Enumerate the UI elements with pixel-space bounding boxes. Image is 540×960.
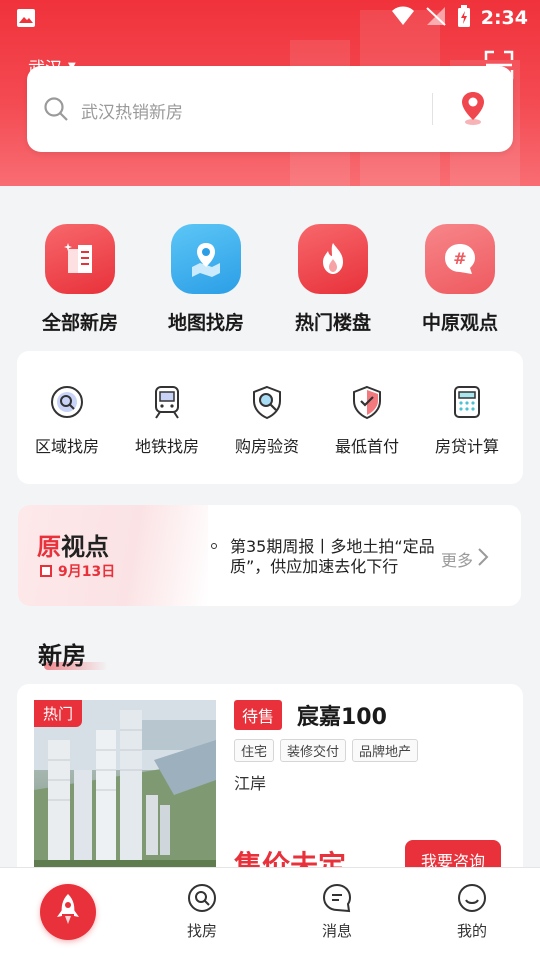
tool-mortgage-calculator[interactable]: 房贷计算 bbox=[417, 383, 517, 457]
location-pin-icon[interactable] bbox=[459, 90, 487, 130]
hot-badge: 热门 bbox=[34, 700, 83, 727]
news-more-link[interactable]: 更多 bbox=[441, 547, 489, 571]
news-logo: 原视点 bbox=[37, 533, 109, 561]
shield-search-icon bbox=[217, 383, 317, 421]
tool-label: 区域找房 bbox=[34, 437, 99, 456]
hashtag-icon: # bbox=[425, 224, 495, 294]
property-card[interactable]: 热门 待售 宸嘉100 住宅 装修交付 品牌地产 江岸 售价未定 我要咨询 bbox=[17, 684, 523, 884]
nav-label: 我的 bbox=[456, 922, 487, 940]
area-search-icon bbox=[17, 383, 117, 421]
nav-profile[interactable]: 我的 bbox=[442, 882, 502, 941]
no-signal-icon bbox=[425, 6, 447, 30]
property-location: 江岸 bbox=[234, 774, 267, 793]
search-icon bbox=[43, 96, 69, 126]
nav-messages[interactable]: 消息 bbox=[307, 882, 367, 941]
category-label: 中原观点 bbox=[421, 312, 498, 334]
tools-card: 区域找房 地铁找房 购房验资 最低首付 房贷计算 bbox=[17, 351, 523, 484]
tool-label: 购房验资 bbox=[234, 437, 299, 456]
bullet-icon bbox=[211, 543, 217, 549]
nav-find-house[interactable]: 找房 bbox=[172, 882, 232, 941]
more-label: 更多 bbox=[441, 551, 474, 570]
category-label: 地图找房 bbox=[167, 312, 244, 334]
category-label: 热门楼盘 bbox=[294, 312, 371, 334]
wifi-icon bbox=[391, 6, 415, 30]
subway-icon bbox=[117, 383, 217, 421]
property-tag: 装修交付 bbox=[280, 739, 347, 762]
nav-home-button[interactable] bbox=[40, 884, 96, 940]
date-box-icon bbox=[40, 565, 52, 577]
category-hot-properties[interactable]: 热门楼盘 bbox=[273, 220, 393, 335]
category-label: 全部新房 bbox=[41, 312, 118, 334]
flame-icon bbox=[298, 224, 368, 294]
tool-label: 最低首付 bbox=[334, 437, 399, 456]
category-centaline-views[interactable]: # 中原观点 bbox=[400, 220, 520, 335]
image-icon bbox=[16, 8, 36, 32]
map-pin-icon bbox=[171, 224, 241, 294]
property-tag: 品牌地产 bbox=[352, 739, 419, 762]
calculator-icon bbox=[417, 383, 517, 421]
status-bar: 2:34 bbox=[0, 0, 540, 36]
profile-icon bbox=[442, 882, 502, 914]
search-placeholder: 武汉热销新房 bbox=[81, 103, 183, 123]
news-banner[interactable]: 原视点 9月13日 第35期周报丨多地土拍“定品质”，供应加速去化下行 更多 bbox=[18, 505, 521, 606]
main-categories: 全部新房 地图找房 热门楼盘 # 中原观点 bbox=[0, 220, 540, 340]
sale-status-tag: 待售 bbox=[234, 700, 283, 730]
news-date: 9月13日 bbox=[40, 561, 115, 581]
chevron-right-icon bbox=[477, 547, 489, 571]
tool-area-search[interactable]: 区域找房 bbox=[17, 383, 117, 457]
section-title: 新房 bbox=[38, 642, 86, 670]
tool-purchase-verification[interactable]: 购房验资 bbox=[217, 383, 317, 457]
divider bbox=[432, 93, 433, 125]
category-all-new-homes[interactable]: 全部新房 bbox=[20, 220, 140, 335]
tool-subway-search[interactable]: 地铁找房 bbox=[117, 383, 217, 457]
search-house-icon bbox=[172, 882, 232, 914]
shield-check-icon bbox=[317, 383, 417, 421]
search-bar[interactable]: 武汉热销新房 bbox=[27, 66, 513, 152]
building-icon bbox=[45, 224, 115, 294]
tool-label: 房贷计算 bbox=[434, 437, 499, 456]
svg-text:#: # bbox=[453, 249, 466, 268]
battery-icon bbox=[457, 5, 471, 31]
rocket-icon bbox=[52, 892, 84, 932]
tool-label: 地铁找房 bbox=[134, 437, 199, 456]
property-name[interactable]: 宸嘉100 bbox=[297, 699, 387, 731]
property-image: 热门 bbox=[34, 700, 216, 884]
news-headline[interactable]: 第35期周报丨多地土拍“定品质”，供应加速去化下行 bbox=[230, 537, 440, 577]
bottom-navigation: 找房 消息 我的 bbox=[0, 867, 540, 960]
message-icon bbox=[307, 882, 367, 914]
nav-label: 消息 bbox=[321, 922, 352, 940]
nav-label: 找房 bbox=[186, 922, 217, 940]
clock: 2:34 bbox=[480, 7, 528, 29]
category-map-search[interactable]: 地图找房 bbox=[146, 220, 266, 335]
tool-min-down-payment[interactable]: 最低首付 bbox=[317, 383, 417, 457]
property-tag: 住宅 bbox=[234, 739, 275, 762]
property-tags: 住宅 装修交付 品牌地产 bbox=[234, 739, 419, 762]
